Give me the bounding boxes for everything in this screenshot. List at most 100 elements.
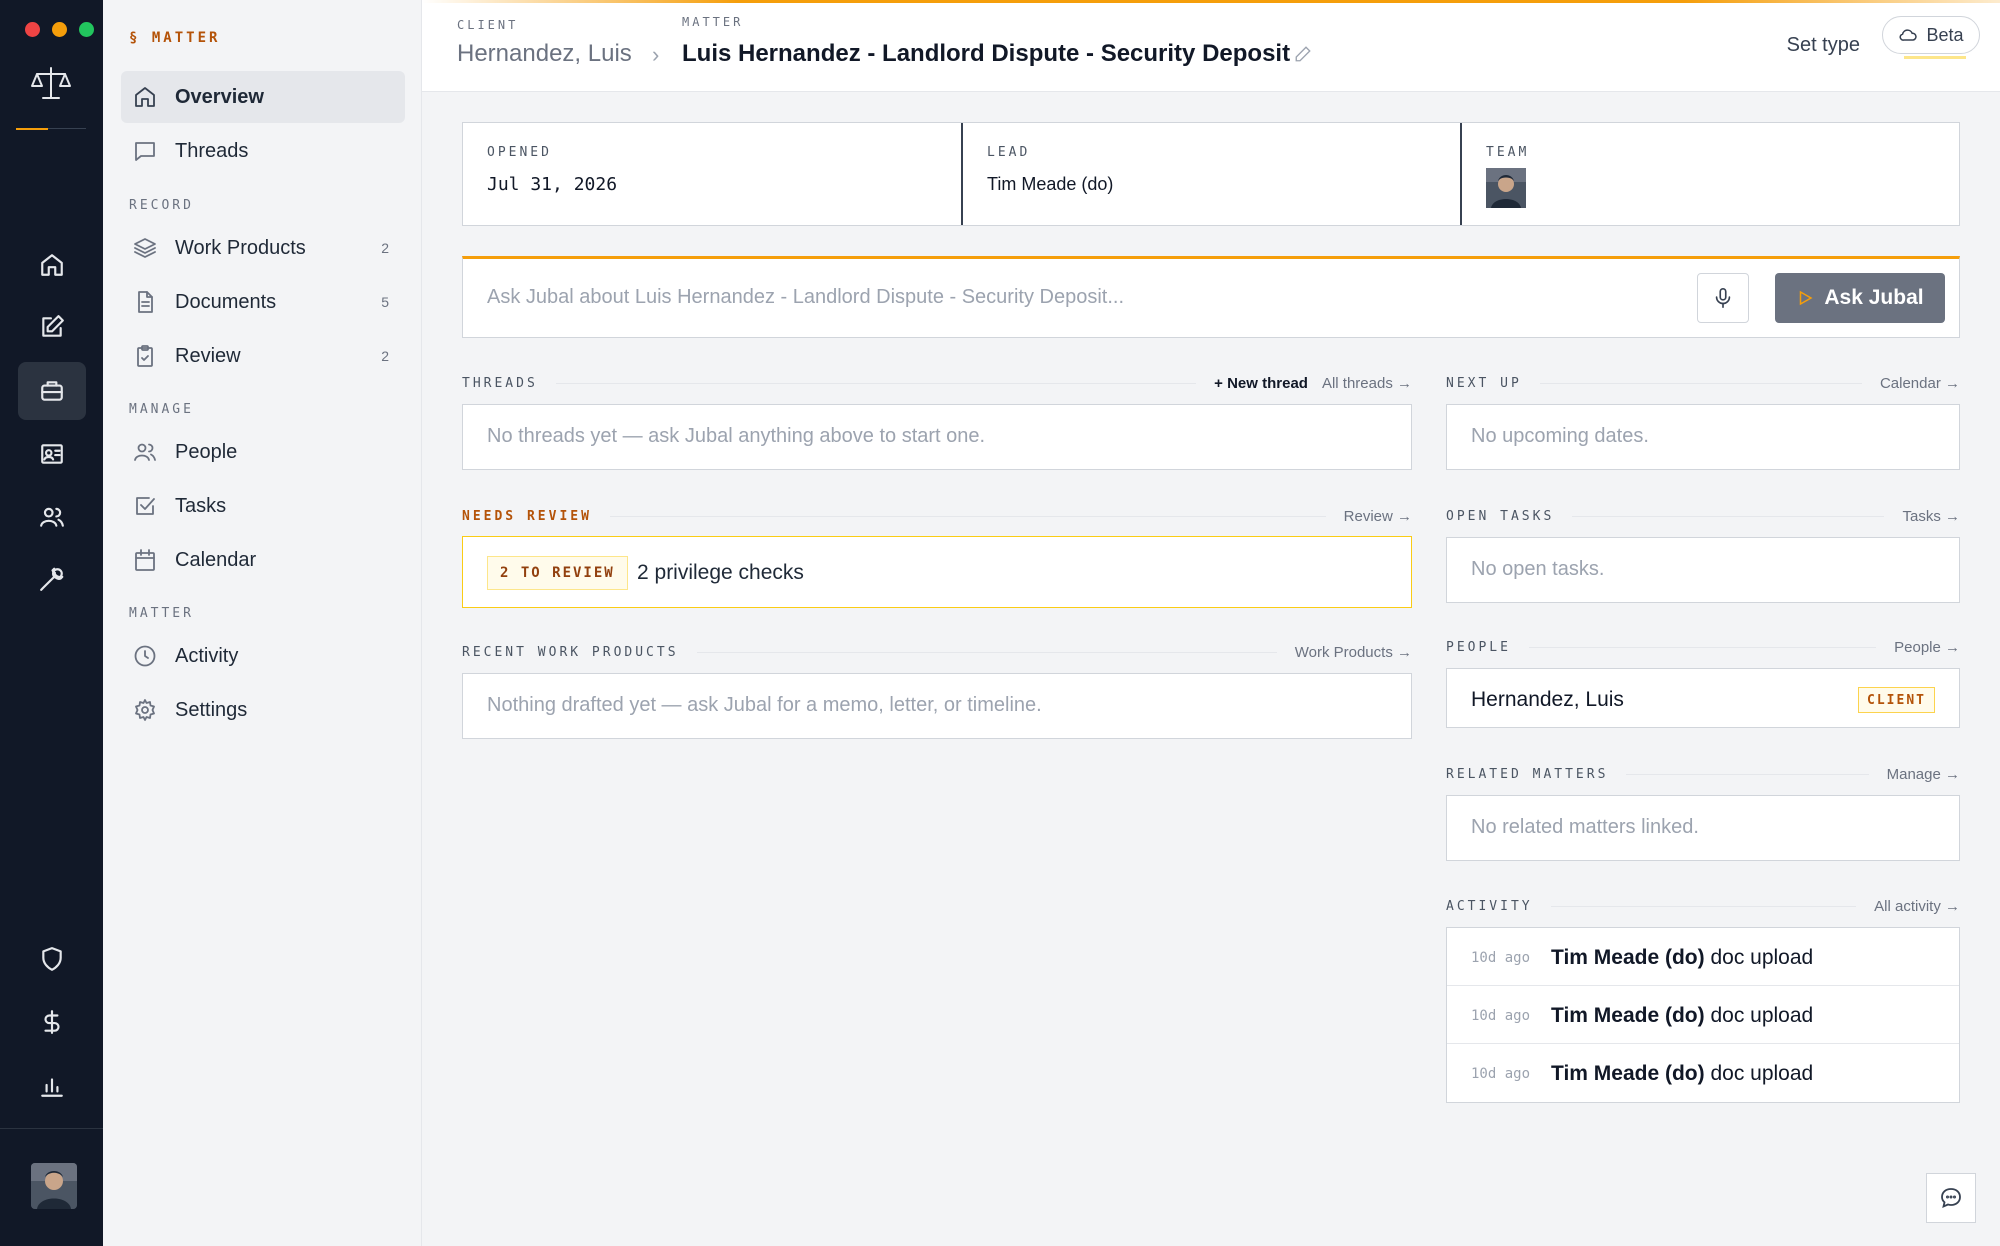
ask-button-label: Ask Jubal <box>1824 286 1924 309</box>
documents-count: 5 <box>381 294 389 310</box>
open-tasks-header: OPEN TASKS Tasks → <box>1446 506 1960 526</box>
activity-row[interactable]: 10d ago Tim Meade (do) doc upload <box>1447 986 1959 1044</box>
pencil-icon[interactable] <box>1294 45 1312 63</box>
section-divider <box>609 515 1326 517</box>
next-up-header: NEXT UP Calendar → <box>1446 373 1960 393</box>
work-products-link[interactable]: Work Products → <box>1295 644 1412 661</box>
calendar-link[interactable]: Calendar → <box>1880 375 1960 392</box>
sidebar-item-threads[interactable]: Threads <box>121 125 405 177</box>
stat-team: TEAM <box>1462 123 1959 225</box>
people-title: PEOPLE <box>1446 639 1511 655</box>
open-tasks-empty-text: No open tasks. <box>1471 558 1605 580</box>
needs-review-header: NEEDS REVIEW Review → <box>462 506 1412 526</box>
sidebar-item-label: Calendar <box>175 548 257 571</box>
sidebar-item-work-products[interactable]: Work Products 2 <box>121 222 405 274</box>
rail-matters-button[interactable] <box>18 362 86 420</box>
related-matters-header: RELATED MATTERS Manage → <box>1446 764 1960 784</box>
checkbox-icon <box>136 497 155 515</box>
wrench-icon <box>40 567 64 591</box>
set-type-button[interactable]: Set type <box>1787 34 1860 57</box>
rail-home-button[interactable] <box>18 236 86 294</box>
sidebar-item-tasks[interactable]: Tasks <box>121 480 405 532</box>
clipboard-check-icon <box>137 345 153 367</box>
sidebar-item-review[interactable]: Review 2 <box>121 330 405 382</box>
sidebar-item-people[interactable]: People <box>121 426 405 478</box>
sidebar-heading: § MATTER <box>129 30 221 46</box>
contact-card-icon <box>41 444 63 464</box>
calendar-icon <box>135 549 155 571</box>
new-thread-link[interactable]: + New thread <box>1214 375 1308 392</box>
rail-tools-button[interactable] <box>18 550 86 608</box>
rail-reports-button[interactable] <box>18 1057 86 1115</box>
breadcrumb-client[interactable]: Hernandez, Luis <box>457 40 632 68</box>
maximize-window-button[interactable] <box>79 22 94 37</box>
recent-work-empty-text: Nothing drafted yet — ask Jubal for a me… <box>487 694 1042 716</box>
manage-link[interactable]: Manage → <box>1887 766 1960 783</box>
stat-lead: LEAD Tim Meade (do) <box>963 123 1462 225</box>
activity-header: ACTIVITY All activity → <box>1446 896 1960 916</box>
activity-row[interactable]: 10d ago Tim Meade (do) doc upload <box>1447 928 1959 986</box>
ask-jubal-bar: Ask Jubal about Luis Hernandez - Landlor… <box>462 256 1960 338</box>
sidebar-item-overview[interactable]: Overview <box>121 71 405 123</box>
sidebar-item-label: Review <box>175 344 241 367</box>
ask-input[interactable]: Ask Jubal about Luis Hernandez - Landlor… <box>487 286 1124 309</box>
people-link[interactable]: People → <box>1894 639 1960 656</box>
users-icon <box>134 443 156 461</box>
activity-actor: Tim Meade (do) <box>1551 1062 1705 1085</box>
sidebar-item-documents[interactable]: Documents 5 <box>121 276 405 328</box>
rail-edit-button[interactable] <box>18 298 86 356</box>
work-products-count: 2 <box>381 240 389 256</box>
section-divider <box>1572 515 1885 517</box>
review-summary: 2 privilege checks <box>637 561 804 584</box>
sidebar-item-activity[interactable]: Activity <box>121 630 405 682</box>
user-avatar[interactable] <box>31 1163 77 1209</box>
stat-opened-value: Jul 31, 2026 <box>487 174 618 195</box>
sidebar-item-calendar[interactable]: Calendar <box>121 534 405 586</box>
activity-row[interactable]: 10d ago Tim Meade (do) doc upload <box>1447 1044 1959 1102</box>
cloud-icon <box>1899 29 1918 41</box>
page-title: Luis Hernandez - Landlord Dispute - Secu… <box>682 40 1291 67</box>
page-header: CLIENT Hernandez, Luis › MATTER Luis Her… <box>422 0 2000 92</box>
section-divider <box>696 651 1277 653</box>
review-link[interactable]: Review → <box>1344 508 1412 525</box>
home-icon <box>135 87 155 107</box>
scales-logo-icon[interactable] <box>29 62 73 106</box>
activity-time: 10d ago <box>1471 1008 1531 1024</box>
client-label: CLIENT <box>457 18 519 32</box>
recent-work-card: Nothing drafted yet — ask Jubal for a me… <box>462 673 1412 739</box>
related-matters-empty-text: No related matters linked. <box>1471 816 1699 838</box>
stat-lead-label: LEAD <box>987 145 1031 160</box>
all-activity-link[interactable]: All activity → <box>1874 898 1960 915</box>
microphone-button[interactable] <box>1697 273 1749 323</box>
sidebar-item-settings[interactable]: Settings <box>121 684 405 736</box>
all-threads-link[interactable]: All threads → <box>1322 375 1412 392</box>
clock-icon <box>134 645 156 667</box>
section-divider <box>1528 646 1877 648</box>
rail-users-button[interactable] <box>18 488 86 546</box>
open-tasks-card: No open tasks. <box>1446 537 1960 603</box>
microphone-icon <box>1715 288 1731 308</box>
rail-billing-button[interactable] <box>18 993 86 1051</box>
client-role-badge: CLIENT <box>1858 687 1935 713</box>
stat-lead-value[interactable]: Tim Meade (do) <box>987 174 1436 195</box>
section-divider <box>1539 382 1862 384</box>
tasks-link[interactable]: Tasks → <box>1902 508 1960 525</box>
ask-jubal-button[interactable]: Ask Jubal <box>1775 273 1945 323</box>
rail-contacts-button[interactable] <box>18 425 86 483</box>
beta-badge[interactable]: Beta <box>1882 16 1980 54</box>
rail-security-button[interactable] <box>18 930 86 988</box>
sidebar-item-label: People <box>175 440 238 463</box>
bar-chart-icon <box>41 1078 63 1097</box>
related-matters-card: No related matters linked. <box>1446 795 1960 861</box>
chat-button[interactable] <box>1926 1173 1976 1223</box>
next-up-empty-text: No upcoming dates. <box>1471 425 1649 447</box>
close-window-button[interactable] <box>25 22 40 37</box>
to-review-badge: 2 TO REVIEW <box>487 556 628 590</box>
section-divider <box>1550 905 1857 907</box>
team-member-avatar[interactable] <box>1486 168 1526 208</box>
people-card[interactable]: Hernandez, Luis CLIENT <box>1446 668 1960 728</box>
needs-review-card[interactable]: 2 TO REVIEW 2 privilege checks <box>462 536 1412 608</box>
minimize-window-button[interactable] <box>52 22 67 37</box>
matter-stats: OPENED Jul 31, 2026 LEAD Tim Meade (do) … <box>462 122 1960 226</box>
next-up-card: No upcoming dates. <box>1446 404 1960 470</box>
